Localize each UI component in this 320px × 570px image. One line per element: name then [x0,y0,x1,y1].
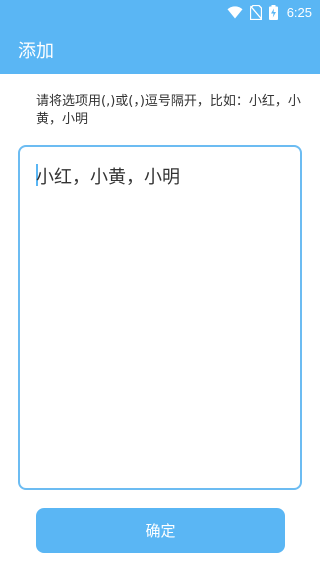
battery-charging-icon [268,4,278,20]
wifi-icon [227,5,243,18]
no-sim-icon [249,4,262,20]
input-hint: 请将选项用(,)或(，)逗号隔开，比如：小红，小黄，小明 [36,94,301,127]
page-title: 添加 [18,41,54,62]
status-icons: 6:25 [227,4,312,20]
app-bar: 添加 [0,24,320,74]
options-input-value[interactable]: 小红，小黄，小明 [36,163,180,189]
confirm-button[interactable]: 确定 [36,508,285,553]
status-bar: 6:25 [0,0,320,24]
options-input[interactable]: 小红，小黄，小明 [18,145,302,490]
status-time: 6:25 [286,4,312,20]
